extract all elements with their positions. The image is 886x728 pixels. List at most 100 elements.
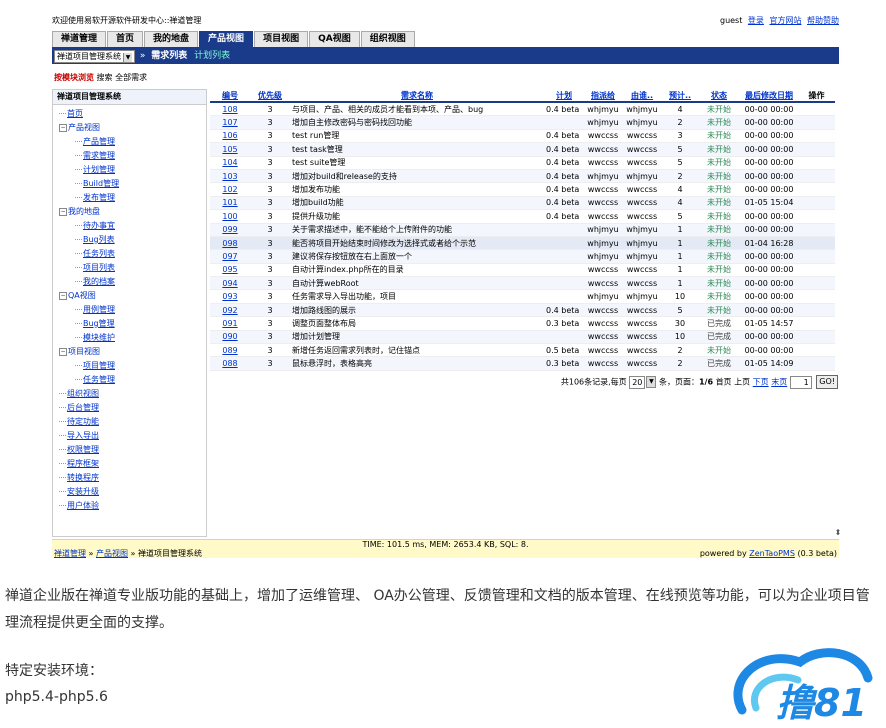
tree-item[interactable]: 需求管理 [53,149,206,163]
table-row[interactable]: 094 3 自动计算webRoot wwccss wwccss 1 未开始 00-00 00:… [210,276,835,291]
tree-item[interactable]: 产品管理 [53,135,206,149]
tab-qa[interactable]: QA视图 [309,31,360,47]
table-row[interactable]: 093 3 任务需求导入导出功能，项目 whjmyu whjmyu 10 未开始 00-00 … [210,289,835,304]
tree-item-label[interactable]: 待办事宜 [83,221,115,230]
story-id-link[interactable]: 088 [222,359,237,368]
page-input[interactable]: 1 [789,375,812,389]
col-estimate[interactable]: 预计.. [662,89,698,103]
tree-item-label[interactable]: 任务管理 [83,375,115,384]
col-status[interactable]: 状态 [698,89,740,103]
go-button[interactable]: GO! [816,375,838,389]
table-row[interactable]: 100 3 提供升级功能 0.4 beta wwccss wwccss 5 未开始 00-00 … [210,209,835,224]
tree-item-label[interactable]: 计划管理 [83,165,115,174]
tree-item[interactable]: 项目列表 [53,261,206,275]
story-id-link[interactable]: 101 [222,198,237,207]
login-link[interactable]: 登录 [748,16,764,25]
browse-search[interactable]: 搜索 [97,73,113,82]
tree-item[interactable]: 权限管理 [53,443,206,457]
table-row[interactable]: 101 3 增加build功能 0.4 beta wwccss wwccss 4 未开始 01-… [210,196,835,211]
tree-item[interactable]: Bug列表 [53,233,206,247]
story-id-link[interactable]: 091 [222,319,237,328]
tree-item-label[interactable]: 权限管理 [67,445,99,454]
tree-item[interactable]: 后台管理 [53,401,206,415]
tree-item[interactable]: 任务管理 [53,373,206,387]
table-row[interactable]: 098 3 能否将项目开始结束时间修改为选择式或者给个示范 whjmyu whjmyu 1… [210,236,835,251]
subnav-story-list[interactable]: 需求列表 [151,51,187,61]
table-row[interactable]: 088 3 鼠标悬浮时，表格高亮 0.3 beta wwccss wwccss 2 已完成 01… [210,356,835,371]
tree-item-label[interactable]: Bug列表 [83,235,115,244]
col-id[interactable]: 编号 [210,89,250,103]
tree-collapse-icon[interactable]: − [59,291,67,300]
story-id-link[interactable]: 102 [222,185,237,194]
tree-item[interactable]: 待定功能 [53,415,206,429]
story-id-link[interactable]: 100 [222,212,237,221]
tree-item-label[interactable]: 项目视图 [68,347,100,356]
official-site-link[interactable]: 官方网站 [769,16,801,25]
tree-item[interactable]: 我的档案 [53,275,206,289]
table-row[interactable]: 103 3 增加对build和release的支持 0.4 beta whjmyu whj… [210,169,835,184]
story-id-link[interactable]: 107 [222,118,237,127]
tree-item[interactable]: 用户体验 [53,499,206,513]
col-plan[interactable]: 计划 [544,89,584,103]
tree-item-label[interactable]: 我的档案 [83,277,115,286]
browse-by-module[interactable]: 按模块浏览 [54,73,94,82]
col-opened-by[interactable]: 由谁.. [622,89,662,103]
story-id-link[interactable]: 095 [222,265,237,274]
tab-zentao[interactable]: 禅道管理 [52,31,107,47]
col-assigned[interactable]: 指派给 [584,89,622,103]
tree-item[interactable]: 首页 [53,107,206,121]
table-row[interactable]: 108 3 与项目、产品、相关的成员才能看到本项、产品、bug 0.4 beta whj… [210,102,835,117]
tree-item[interactable]: 任务列表 [53,247,206,261]
tree-item-label[interactable]: 安装升级 [67,487,99,496]
col-last-edited[interactable]: 最后修改日期 [740,89,798,103]
tree-item[interactable]: − 我的地盘 [53,205,206,219]
tree-item-label[interactable]: Bug管理 [83,319,115,328]
tree-item-label[interactable]: 导入导出 [67,431,99,440]
tree-item-label[interactable]: 组织视图 [67,389,99,398]
pager-last[interactable]: 末页 [771,378,787,387]
col-priority[interactable]: 优先级 [250,89,290,103]
tree-item[interactable]: 导入导出 [53,429,206,443]
tree-item-label[interactable]: 发布管理 [83,193,115,202]
tree-item-label[interactable]: 待定功能 [67,417,99,426]
sponsor-link[interactable]: 帮助赞助 [807,16,839,25]
footer-crumb-product[interactable]: 产品视图 [96,549,128,558]
story-id-link[interactable]: 094 [222,279,237,288]
tree-item[interactable]: 用例管理 [53,303,206,317]
tree-item-label[interactable]: 需求管理 [83,151,115,160]
tree-item[interactable]: 转换程序 [53,471,206,485]
tab-product[interactable]: 产品视图 [199,31,254,47]
tree-item-label[interactable]: 项目管理 [83,361,115,370]
tree-item-label[interactable]: 程序框架 [67,459,99,468]
footer-crumb-zentao[interactable]: 禅道管理 [54,549,86,558]
tree-item-label[interactable]: 模块维护 [83,333,115,342]
story-id-link[interactable]: 098 [222,239,237,248]
table-row[interactable]: 106 3 test run管理 0.4 beta wwccss wwccss 3 未开始 00… [210,129,835,144]
table-row[interactable]: 097 3 建议将保存按钮放在右上面放一个 whjmyu whjmyu 1 未开始 00-00… [210,249,835,264]
story-id-link[interactable]: 090 [222,332,237,341]
tree-item-label[interactable]: 项目列表 [83,263,115,272]
table-row[interactable]: 095 3 自动计算index.php所在的目录 wwccss wwccss 1 未开始 00… [210,263,835,278]
tree-collapse-icon[interactable]: − [59,207,67,216]
per-page-select[interactable]: 20 [629,375,646,389]
tree-item[interactable]: 待办事宜 [53,219,206,233]
tree-item[interactable]: 发布管理 [53,191,206,205]
story-id-link[interactable]: 105 [222,145,237,154]
story-id-link[interactable]: 103 [222,172,237,181]
table-row[interactable]: 107 3 增加自主修改密码与密码找回功能 whjmyu whjmyu 2 未开始 00-00… [210,115,835,130]
tree-item-label[interactable]: 用户体验 [67,501,99,510]
tree-item-label[interactable]: 转换程序 [67,473,99,482]
tree-item-label[interactable]: 任务列表 [83,249,115,258]
table-row[interactable]: 091 3 调整页面整体布局 0.3 beta wwccss wwccss 30 已完成 01-… [210,316,835,331]
tree-item[interactable]: − 产品视图 [53,121,206,135]
tab-home[interactable]: 首页 [107,31,144,47]
scroll-arrows-icon[interactable]: ⬍ [833,528,843,537]
tree-item[interactable]: 项目管理 [53,359,206,373]
tree-item-label[interactable]: 用例管理 [83,305,115,314]
story-id-link[interactable]: 099 [222,225,237,234]
browse-all[interactable]: 全部需求 [115,73,147,82]
tree-item[interactable]: 程序框架 [53,457,206,471]
col-title[interactable]: 需求名称 [290,89,544,103]
table-row[interactable]: 092 3 增加路线图的展示 0.4 beta wwccss wwccss 5 未开始 00-0… [210,303,835,318]
tree-item-label[interactable]: 产品视图 [68,123,100,132]
